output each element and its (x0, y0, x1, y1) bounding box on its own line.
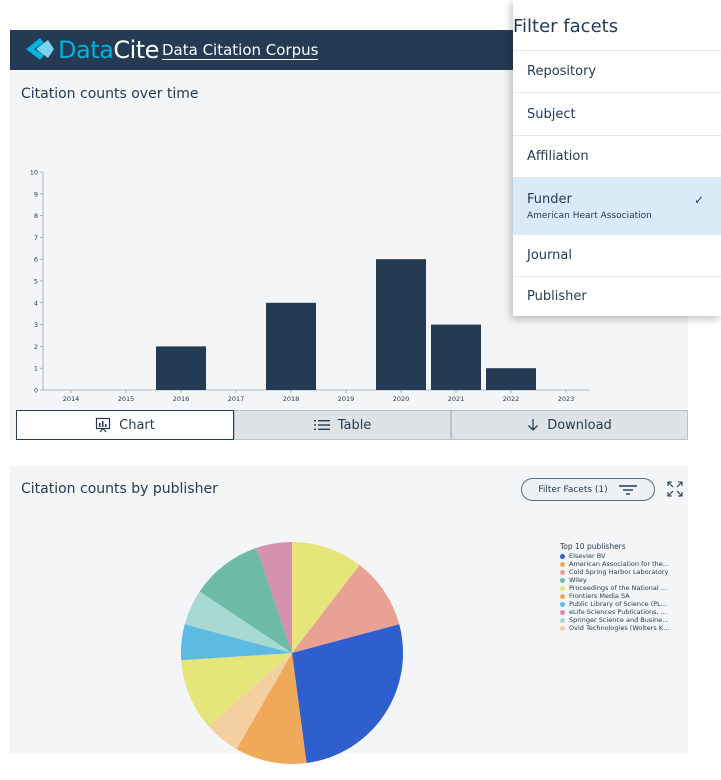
legend-item[interactable]: Frontiers Media SA (560, 592, 685, 600)
expand-icon[interactable] (667, 481, 683, 497)
x-tick-label: 2022 (503, 395, 520, 403)
legend-item[interactable]: Ovid Technologies (Wolters K... (560, 624, 685, 632)
x-tick-label: 2018 (283, 395, 300, 403)
legend-swatch (560, 609, 565, 615)
filter-facets-header: Filter facets (513, 16, 619, 37)
legend-swatch (560, 625, 565, 631)
table-view-label: Table (337, 417, 372, 433)
facet-label: Repository (527, 64, 597, 79)
citations-by-publisher-pie (181, 542, 403, 764)
facet-subject[interactable]: Subject (513, 92, 721, 135)
facet-label: Journal (527, 248, 572, 263)
facet-label: Subject (527, 106, 576, 122)
y-tick-label: 10 (30, 169, 38, 177)
x-tick-label: 2020 (393, 395, 410, 403)
y-tick-label: 4 (34, 299, 38, 307)
list-icon (313, 419, 330, 431)
x-tick-label: 2021 (448, 395, 465, 403)
legend-title: Top 10 publishers (560, 542, 626, 551)
arrow-down-icon (527, 418, 539, 432)
pie-legend: Top 10 publishers Elsevier BV American As… (560, 543, 685, 632)
legend-label: Frontiers Media SA (569, 592, 630, 600)
legend-item[interactable]: Elsevier BV (560, 552, 685, 560)
legend-swatch (560, 577, 565, 583)
y-tick-label: 2 (34, 343, 38, 351)
x-tick-label: 2015 (118, 395, 135, 403)
legend-item[interactable]: American Association for the... (560, 560, 685, 568)
facet-funder[interactable]: Funder American Heart Association (513, 177, 721, 234)
facet-label: Affiliation (527, 149, 589, 164)
legend-item[interactable]: Proceedings of the National ... (560, 584, 685, 592)
legend-label: American Association for the... (569, 560, 669, 568)
filter-lines-icon (618, 484, 638, 496)
facet-label: Publisher (527, 289, 587, 304)
facet-label: Funder (527, 191, 572, 207)
corpus-title-link[interactable]: Data Citation Corpus (162, 42, 319, 60)
facet-publisher[interactable]: Publisher (513, 276, 721, 316)
download-label: Download (547, 417, 612, 433)
chart-view-button[interactable]: Chart (16, 410, 234, 440)
logo-text-data: Data (58, 36, 114, 64)
legend-swatch (560, 601, 565, 607)
presentation-chart-icon (95, 417, 111, 433)
facet-selected-value: American Heart Association (527, 210, 652, 221)
legend-swatch (560, 585, 565, 591)
y-tick-label: 9 (34, 190, 38, 198)
legend-item[interactable]: eLife Sciences Publications, ... (560, 608, 685, 616)
legend-label: Ovid Technologies (Wolters K... (569, 624, 670, 632)
download-button[interactable]: Download (451, 410, 688, 440)
x-tick-label: 2016 (173, 395, 190, 403)
y-tick-label: 3 (34, 321, 38, 329)
bar-2021[interactable] (431, 324, 481, 390)
legend-item[interactable]: Springer Science and Busine... (560, 616, 685, 624)
legend-swatch (560, 553, 565, 559)
y-tick-label: 8 (34, 212, 38, 220)
facet-affiliation[interactable]: Affiliation (513, 135, 721, 177)
chart-view-label: Chart (119, 417, 155, 433)
legend-swatch (560, 593, 565, 599)
legend-item[interactable]: Public Library of Science (PL... (560, 600, 685, 608)
y-tick-label: 0 (34, 387, 38, 395)
legend-label: Public Library of Science (PL... (569, 600, 667, 608)
x-tick-label: 2023 (558, 395, 575, 403)
legend-label: Proceedings of the National ... (569, 584, 667, 592)
citations-over-time-title: Citation counts over time (21, 86, 199, 102)
legend-label: Springer Science and Busine... (569, 616, 669, 624)
bar-2022[interactable] (486, 368, 536, 390)
logo-text-cite: Cite (113, 36, 159, 64)
table-view-button[interactable]: Table (234, 410, 451, 440)
bar-2016[interactable] (156, 346, 206, 390)
bar-2020[interactable] (376, 259, 426, 390)
filter-facets-button[interactable]: Filter Facets (1) (521, 478, 655, 501)
legend-swatch (560, 561, 565, 567)
legend-label: Elsevier BV (569, 552, 606, 560)
bar-2018[interactable] (266, 302, 316, 390)
x-tick-label: 2019 (338, 395, 355, 403)
facet-journal[interactable]: Journal (513, 234, 721, 276)
citations-by-publisher-title: Citation counts by publisher (21, 481, 218, 497)
legend-label: eLife Sciences Publications, ... (569, 608, 667, 616)
y-tick-label: 5 (34, 278, 38, 286)
legend-item[interactable]: Wiley (560, 576, 685, 584)
datacite-logo-icon[interactable] (22, 35, 56, 63)
legend-swatch (560, 617, 565, 623)
y-tick-label: 7 (34, 234, 38, 242)
datacite-logo-text[interactable]: DataCite (58, 37, 159, 63)
x-tick-label: 2014 (63, 395, 80, 403)
checkmark-icon: ✓ (694, 193, 705, 207)
filter-facets-label: Filter Facets (1) (538, 484, 608, 495)
legend-label: Wiley (569, 576, 587, 584)
legend-label: Cold Spring Harbor Laboratory (569, 568, 669, 576)
y-tick-label: 1 (34, 365, 38, 373)
facet-repository[interactable]: Repository (513, 50, 721, 92)
legend-swatch (560, 569, 565, 575)
x-tick-label: 2017 (228, 395, 245, 403)
y-tick-label: 6 (34, 256, 38, 264)
legend-item[interactable]: Cold Spring Harbor Laboratory (560, 568, 685, 576)
